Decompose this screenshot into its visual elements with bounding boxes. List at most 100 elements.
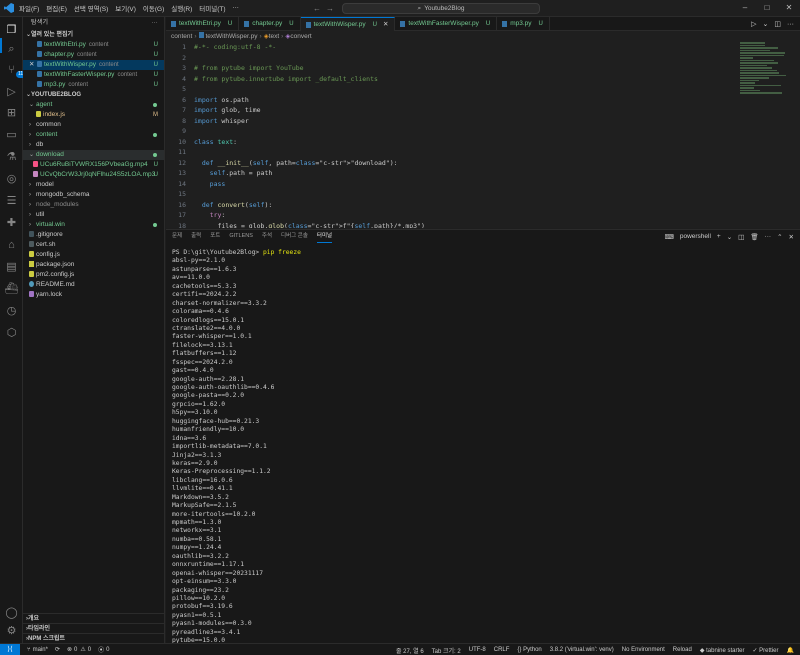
menu-terminal[interactable]: 터미널(T): [199, 3, 225, 13]
menu-more[interactable]: …: [233, 3, 240, 13]
tree-file-cert-sh[interactable]: cert.sh: [23, 240, 164, 250]
remote-indicator-icon[interactable]: ⟩⟨: [0, 644, 20, 655]
database-icon[interactable]: ☰: [4, 193, 19, 208]
hexagon-icon[interactable]: ⬡: [4, 325, 19, 340]
open-editor-item-active[interactable]: ✕ textWithWisper.py content U: [23, 60, 164, 70]
open-editor-item[interactable]: textWithEtri.py content U: [23, 40, 164, 50]
cursor-position[interactable]: 줄 27, 열 6: [396, 646, 424, 655]
breadcrumb-folder[interactable]: content: [171, 33, 192, 40]
tree-folder-common[interactable]: › common: [23, 120, 164, 130]
split-editor-icon[interactable]: ◫: [774, 20, 781, 28]
panel-tab-ports[interactable]: 포트: [210, 230, 220, 243]
python-icon[interactable]: ✚: [4, 215, 19, 230]
timeline-section[interactable]: ›타임라인: [23, 623, 165, 633]
trash-icon[interactable]: 🗑: [750, 233, 758, 241]
menu-selection[interactable]: 선택 영역(S): [74, 3, 108, 13]
prettier-status[interactable]: ✓ Prettier: [752, 647, 778, 654]
notifications-bell-icon[interactable]: 🔔: [787, 647, 794, 654]
tree-file-mp4[interactable]: UCu6RuBiTVWRX156PVbeaGg.mp4 U: [23, 160, 164, 170]
tree-file-index-js[interactable]: index.js M: [23, 110, 164, 120]
add-terminal-icon[interactable]: +: [717, 233, 721, 240]
tree-folder-virtual-win[interactable]: › virtual.win: [23, 220, 164, 230]
tree-file-yarn-lock[interactable]: yarn.lock: [23, 290, 164, 300]
indentation[interactable]: Tab 크기: 2: [432, 646, 461, 655]
tree-folder-agent[interactable]: ⌄ agent: [23, 100, 164, 110]
tree-file-package-json[interactable]: package.json: [23, 260, 164, 270]
tab-textwithetri[interactable]: textWithEtri.py U: [166, 17, 239, 31]
forward-arrow-icon[interactable]: →: [326, 4, 334, 13]
project-section[interactable]: ⌄YOUTUBE2BLOG: [23, 90, 164, 100]
tree-file-pm2-config[interactable]: pm2.config.js: [23, 270, 164, 280]
panel-tab-gitlens[interactable]: GITLENS: [229, 230, 253, 243]
panel-tab-debug-console[interactable]: 디버그 콘솔: [281, 230, 308, 243]
split-terminal-icon[interactable]: ◫: [738, 233, 744, 241]
run-debug-icon[interactable]: ▷: [4, 84, 19, 99]
tree-file-config-js[interactable]: config.js: [23, 250, 164, 260]
extensions-icon[interactable]: ⊞: [4, 105, 19, 120]
explorer-icon[interactable]: ❐: [4, 22, 19, 37]
more-actions-icon[interactable]: ···: [765, 233, 772, 240]
maximize-panel-icon[interactable]: ⌃: [777, 233, 782, 241]
tree-folder-download[interactable]: ⌄ download: [23, 150, 164, 160]
open-editor-item[interactable]: mp3.py content U: [23, 80, 164, 90]
sync-icon[interactable]: ⟳: [55, 646, 60, 653]
tree-file-readme[interactable]: README.md: [23, 280, 164, 290]
encoding[interactable]: UTF-8: [469, 647, 486, 653]
notes-icon[interactable]: ▤: [4, 259, 19, 274]
menu-edit[interactable]: 편집(E): [46, 3, 67, 13]
tree-folder-model[interactable]: › model: [23, 180, 164, 190]
close-panel-icon[interactable]: ✕: [789, 233, 794, 241]
menu-file[interactable]: 파일(F): [19, 3, 39, 13]
bookmark-icon[interactable]: ⌂: [4, 237, 19, 252]
tree-file-mp3[interactable]: UCvQbCrW3Jrj0qNFlhu24S5zLOA.mp3 U: [23, 170, 164, 180]
panel-tab-comments[interactable]: 주석: [262, 230, 272, 243]
python-interpreter[interactable]: 3.8.2 ('virtual.win': venv): [550, 647, 614, 653]
account-icon[interactable]: ◯: [4, 605, 19, 620]
more-actions-icon[interactable]: ···: [787, 21, 794, 28]
breadcrumb-file[interactable]: textWithWisper.py: [206, 33, 258, 40]
settings-gear-icon[interactable]: ⚙: [4, 623, 19, 638]
tabnine-status[interactable]: ◆ tabnine starter: [700, 647, 745, 654]
more-actions-icon[interactable]: ···: [151, 17, 158, 30]
tree-folder-util[interactable]: › util: [23, 210, 164, 220]
environment[interactable]: No Environment: [622, 647, 665, 653]
open-editor-item[interactable]: textWithFasterWisper.py content U: [23, 70, 164, 80]
close-window-button[interactable]: ✕: [778, 0, 800, 17]
language-mode[interactable]: {} Python: [517, 647, 541, 653]
minimap[interactable]: [740, 42, 792, 112]
warning-count[interactable]: 0: [88, 647, 91, 653]
search-icon[interactable]: ⌕: [4, 42, 19, 57]
reload-button[interactable]: Reload: [673, 647, 692, 653]
command-center-search[interactable]: ⌕ Youtube2Blog: [342, 3, 540, 14]
remote-explorer-icon[interactable]: ▭: [4, 127, 19, 142]
tab-chapter[interactable]: chapter.py U: [239, 17, 300, 31]
git-branch[interactable]: main*: [33, 647, 48, 653]
terminal-output[interactable]: PS D:\git\Youtube2Blog> pip freeze absl-…: [172, 249, 792, 643]
menu-view[interactable]: 보기(V): [115, 3, 136, 13]
tab-mp3[interactable]: mp3.py U: [497, 17, 550, 31]
npm-scripts-section[interactable]: ›NPM 스크립트: [23, 633, 165, 643]
end-of-line[interactable]: CRLF: [494, 647, 510, 653]
breadcrumb-class[interactable]: text: [269, 33, 279, 40]
close-editor-icon[interactable]: ✕: [29, 60, 37, 70]
run-icon[interactable]: ▷: [751, 20, 756, 28]
open-editor-item[interactable]: chapter.py content U: [23, 50, 164, 60]
chevron-down-icon[interactable]: ⌄: [727, 233, 732, 241]
open-editors-section[interactable]: ⌄열려 있는 편집기: [23, 30, 164, 40]
menu-run[interactable]: 실행(R): [171, 3, 192, 13]
outline-section[interactable]: ›개요: [23, 613, 165, 623]
terminal-shell-name[interactable]: powershell: [680, 233, 711, 240]
testing-icon[interactable]: ⚗: [4, 149, 19, 164]
panel-tab-output[interactable]: 출력: [191, 230, 201, 243]
code-editor[interactable]: 123456789101112131415161718192021 #-*- c…: [166, 42, 800, 228]
tree-file-gitignore[interactable]: .gitignore: [23, 230, 164, 240]
tree-folder-db[interactable]: › db: [23, 140, 164, 150]
breadcrumb-method[interactable]: convert: [290, 33, 311, 40]
menu-go[interactable]: 이동(G): [143, 3, 164, 13]
tree-folder-node-modules[interactable]: › node_modules: [23, 200, 164, 210]
docker-icon[interactable]: ⛴: [4, 281, 19, 296]
tree-folder-content[interactable]: › content: [23, 130, 164, 140]
error-count[interactable]: 0: [74, 647, 77, 653]
close-tab-icon[interactable]: ✕: [383, 18, 388, 32]
maximize-button[interactable]: □: [756, 0, 778, 17]
